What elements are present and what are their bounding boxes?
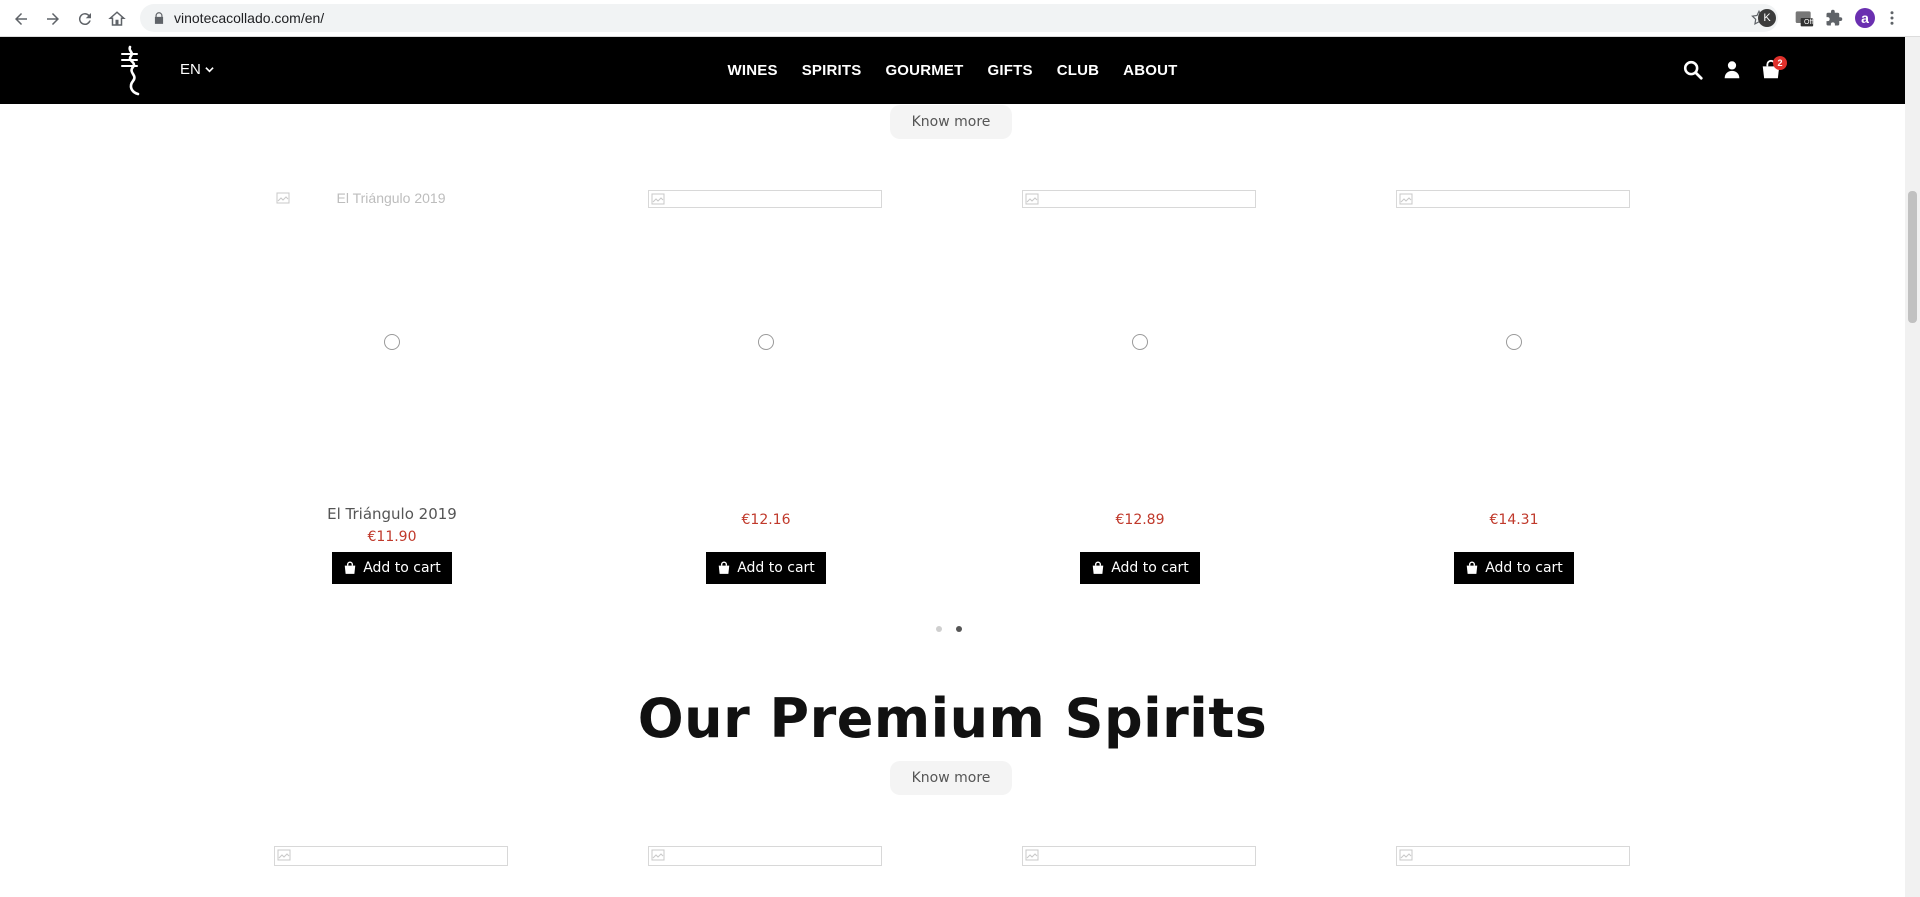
know-more-wines-button[interactable]: Know more bbox=[890, 105, 1012, 139]
chevron-down-icon bbox=[205, 67, 214, 73]
browser-toolbar: vinotecacollado.com/en/ K Off a bbox=[0, 0, 1920, 37]
url-text: vinotecacollado.com/en/ bbox=[174, 10, 325, 26]
user-icon[interactable] bbox=[1721, 59, 1743, 81]
reload-button[interactable] bbox=[72, 6, 98, 32]
nav-spirits[interactable]: SPIRITS bbox=[802, 62, 862, 79]
scrollbar-thumb[interactable] bbox=[1908, 191, 1917, 323]
add-to-cart-button[interactable]: Add to cart bbox=[1454, 552, 1574, 584]
section-title-spirits: Our Premium Spirits bbox=[637, 687, 1268, 750]
nav-gourmet[interactable]: GOURMET bbox=[885, 62, 963, 79]
product-image[interactable] bbox=[1396, 190, 1630, 208]
product-image[interactable] bbox=[1022, 190, 1256, 208]
loading-spinner-icon bbox=[384, 334, 400, 350]
language-selector[interactable]: EN bbox=[180, 61, 214, 78]
search-icon[interactable] bbox=[1682, 59, 1704, 81]
forward-button[interactable] bbox=[40, 6, 66, 32]
product-price: €12.16 bbox=[741, 512, 791, 528]
add-to-cart-button[interactable]: Add to cart bbox=[706, 552, 826, 584]
nav-wines[interactable]: WINES bbox=[728, 62, 778, 79]
language-label: EN bbox=[180, 61, 201, 78]
main-navigation: WINES SPIRITS GOURMET GIFTS CLUB ABOUT bbox=[0, 37, 1905, 104]
loading-spinner-icon bbox=[1506, 334, 1522, 350]
spirit-product-image[interactable] bbox=[1022, 846, 1256, 866]
arrow-left-icon bbox=[15, 13, 27, 25]
profile-avatar[interactable]: a bbox=[1855, 8, 1875, 28]
broken-image-icon bbox=[277, 849, 291, 861]
carousel-dot-1[interactable] bbox=[936, 626, 942, 632]
extensions-puzzle-icon[interactable] bbox=[1824, 8, 1844, 28]
home-button[interactable] bbox=[104, 6, 130, 32]
browser-menu-icon[interactable] bbox=[1882, 8, 1902, 28]
spirit-product-image[interactable] bbox=[648, 846, 882, 866]
broken-image-icon bbox=[1025, 849, 1039, 861]
shopping-bag-icon bbox=[1092, 561, 1104, 574]
extension-k-icon[interactable]: K bbox=[1758, 9, 1776, 27]
loading-spinner-icon bbox=[758, 334, 774, 350]
broken-image-icon bbox=[1399, 193, 1413, 205]
broken-image-icon bbox=[1025, 193, 1039, 205]
broken-image-icon bbox=[1399, 849, 1413, 861]
product-price: €12.89 bbox=[1115, 512, 1165, 528]
add-to-cart-button[interactable]: Add to cart bbox=[332, 552, 452, 584]
product-price: €11.90 bbox=[367, 529, 417, 545]
shopping-bag-icon bbox=[718, 561, 730, 574]
know-more-spirits-button[interactable]: Know more bbox=[890, 761, 1012, 795]
shopping-bag-icon bbox=[344, 561, 356, 574]
nav-about[interactable]: ABOUT bbox=[1123, 62, 1177, 79]
site-header: EN WINES SPIRITS GOURMET GIFTS CLUB ABOU… bbox=[0, 37, 1905, 104]
nav-gifts[interactable]: GIFTS bbox=[988, 62, 1033, 79]
back-button[interactable] bbox=[8, 6, 34, 32]
shopping-bag-icon bbox=[1466, 561, 1478, 574]
arrow-right-icon bbox=[47, 13, 59, 25]
spirit-product-image[interactable] bbox=[1396, 846, 1630, 866]
product-image[interactable]: El Triángulo 2019 bbox=[274, 190, 508, 208]
add-to-cart-button[interactable]: Add to cart bbox=[1080, 552, 1200, 584]
cart-count-badge: 2 bbox=[1773, 56, 1787, 70]
address-bar[interactable]: vinotecacollado.com/en/ bbox=[140, 4, 1778, 32]
page-scrollbar[interactable] bbox=[1905, 37, 1920, 897]
product-price: €14.31 bbox=[1489, 512, 1539, 528]
product-name[interactable]: El Triángulo 2019 bbox=[274, 505, 510, 523]
home-icon bbox=[108, 11, 126, 26]
carousel-dot-2[interactable] bbox=[956, 626, 962, 632]
nav-club[interactable]: CLUB bbox=[1057, 62, 1099, 79]
spirit-product-image[interactable] bbox=[274, 846, 508, 866]
carousel-pagination bbox=[936, 626, 962, 632]
extension-off-icon[interactable]: Off bbox=[1794, 8, 1814, 28]
site-logo[interactable] bbox=[117, 45, 143, 97]
reload-icon bbox=[78, 13, 91, 26]
broken-image-icon bbox=[651, 193, 665, 205]
broken-image-icon bbox=[651, 849, 665, 861]
product-image[interactable] bbox=[648, 190, 882, 208]
loading-spinner-icon bbox=[1132, 334, 1148, 350]
lock-icon bbox=[154, 12, 164, 24]
product-image-alt-text: El Triángulo 2019 bbox=[336, 190, 446, 206]
